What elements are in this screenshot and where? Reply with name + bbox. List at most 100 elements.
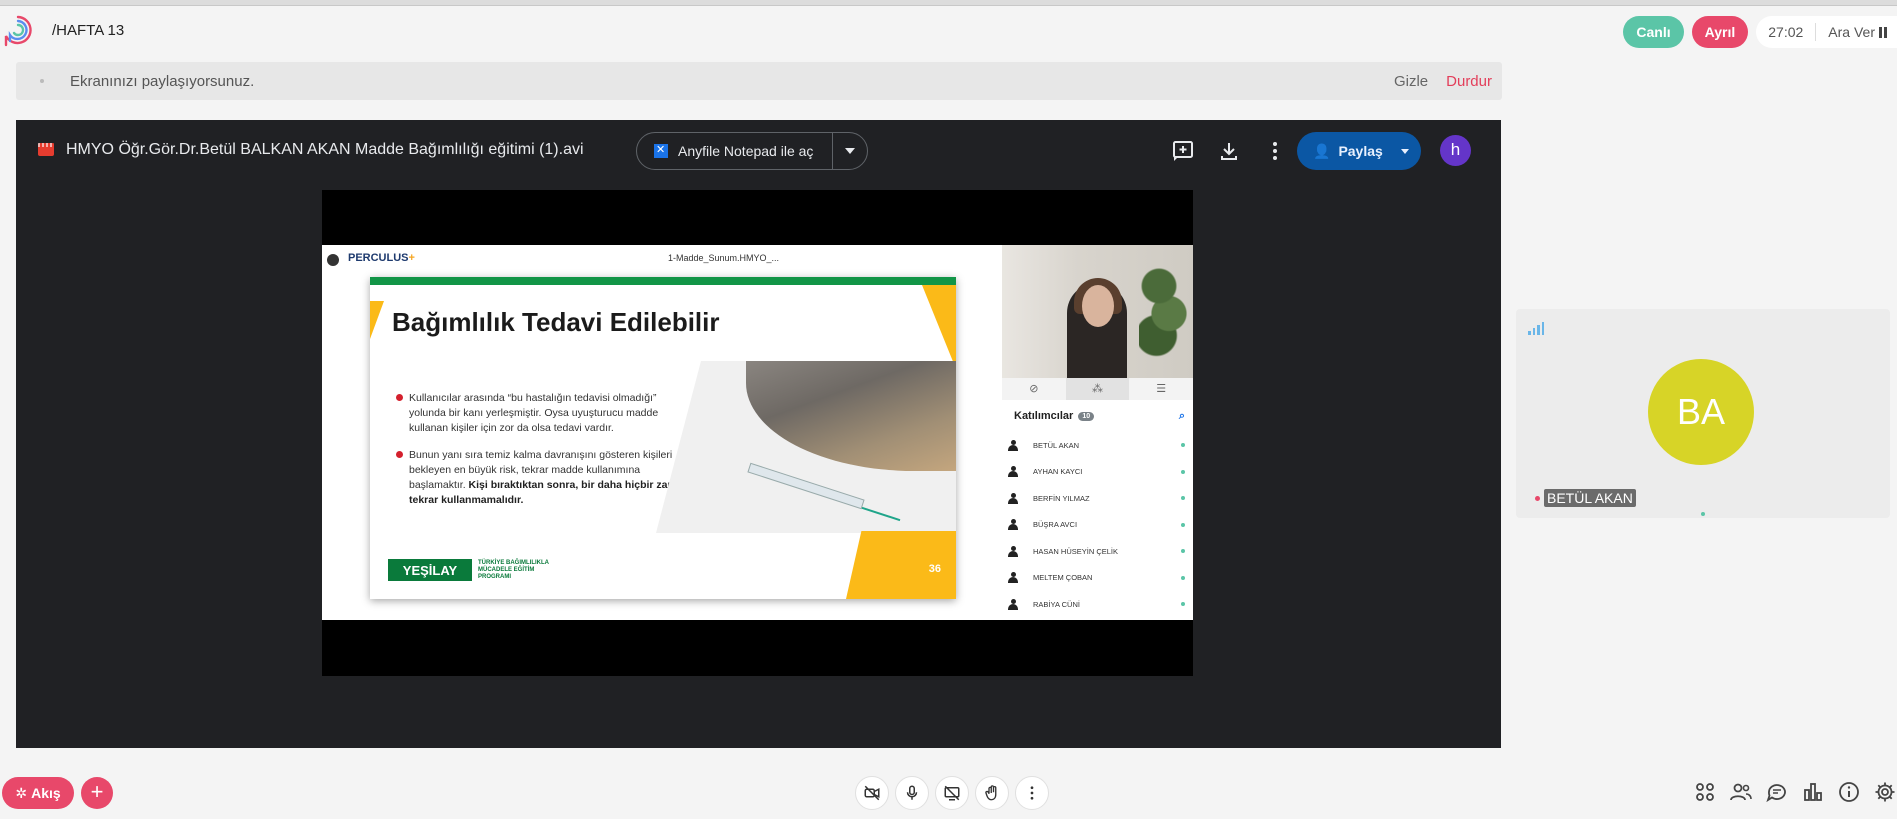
list-item: RABİYA CÜNİ (1002, 591, 1193, 618)
flow-button[interactable]: ✲ Akış (2, 777, 74, 809)
slide-green-bar (370, 277, 956, 285)
add-comment-icon[interactable] (1171, 139, 1195, 163)
live-button[interactable]: Canlı (1623, 16, 1684, 48)
tab-links-icon: ⊘ (1029, 383, 1039, 395)
info-icon[interactable] (1837, 780, 1861, 804)
open-with-divider (832, 132, 833, 170)
session-timer: 27:02 (1768, 24, 1804, 40)
apps-grid-icon[interactable] (1693, 780, 1717, 804)
more-controls-icon[interactable] (1015, 776, 1049, 810)
leave-button[interactable]: Ayrıl (1691, 16, 1749, 48)
status-dot (1181, 443, 1185, 448)
microphone-icon[interactable] (895, 776, 929, 810)
flow-label: Akış (31, 785, 61, 801)
yesilay-logo: YEŞİLAY TÜRKİYE BAĞIMLILIKLA MÜCADELE EĞ… (388, 559, 558, 581)
list-item: MELTEM ÇOBAN (1002, 565, 1193, 592)
panel-tabs: ⊘ ⁂ ☰ (1002, 378, 1193, 400)
presenter-face (1082, 285, 1114, 327)
status-dot (1181, 496, 1185, 501)
open-with-button[interactable]: Anyfile Notepad ile aç (636, 132, 868, 170)
participants-title: Katılımcılar (1014, 410, 1074, 422)
poll-chart-icon[interactable] (1801, 780, 1825, 804)
break-button[interactable]: Ara Ver (1828, 24, 1887, 40)
course-title: /HAFTA 13 (52, 22, 125, 39)
pause-icon (1879, 26, 1887, 38)
break-label: Ara Ver (1828, 24, 1875, 40)
person-icon (1008, 598, 1018, 610)
person-icon (1008, 466, 1018, 478)
slide-photo (656, 361, 956, 533)
session-title: 1-Madde_Sunum.HMYO_... (668, 253, 780, 263)
hide-button[interactable]: Gizle (1394, 73, 1428, 90)
slide-bullet: Bunun yanı sıra temiz kalma davranışını … (396, 448, 696, 508)
status-dot (1181, 602, 1185, 607)
share-label: Paylaş (1338, 143, 1383, 159)
add-button[interactable]: + (81, 777, 113, 809)
search-icon: ⌕ (1178, 409, 1185, 422)
video-player[interactable]: PERCULUS+ 1-Madde_Sunum.HMYO_... Bağımlı… (322, 190, 1193, 676)
share-people-icon: 👤 (1313, 142, 1331, 159)
yesilay-subtitle: TÜRKİYE BAĞIMLILIKLA MÜCADELE EĞİTİM PRO… (478, 559, 549, 580)
screen-share-off-icon[interactable] (935, 776, 969, 810)
perculus-wordmark: PERCULUS+ (348, 252, 415, 264)
participant-count-badge: 10 (1078, 411, 1095, 421)
shared-screen: HMYO Öğr.Gör.Dr.Betül BALKAN AKAN Madde … (16, 120, 1501, 748)
banner-dot (40, 79, 44, 83)
open-with-dropdown-icon[interactable] (845, 148, 855, 154)
open-with-label: Anyfile Notepad ile aç (678, 143, 814, 159)
status-dot (1181, 549, 1185, 554)
tab-participants-icon: ⁂ (1065, 378, 1130, 400)
presentation-slide: Bağımlılık Tedavi Edilebilir Kullanıcıla… (370, 277, 956, 599)
tab-list-icon: ☰ (1156, 383, 1167, 395)
participants-icon[interactable] (1729, 780, 1753, 804)
slide-heading: Bağımlılık Tedavi Edilebilir (392, 307, 720, 337)
chat-icon[interactable] (1765, 780, 1789, 804)
list-item: AYHAN KAYCI (1002, 459, 1193, 486)
download-icon[interactable] (1217, 139, 1241, 163)
right-toolbar (1693, 780, 1897, 804)
share-dropdown-icon[interactable] (1401, 148, 1409, 154)
gear-icon[interactable] (1873, 780, 1897, 804)
participant-list-header: Katılımcılar 10 ⌕ (1002, 400, 1193, 432)
session-controls: Canlı Ayrıl 27:02 Ara Ver (1623, 16, 1897, 48)
participant-name: BETÜL AKAN (1544, 489, 1636, 507)
slide-yellow-corner (922, 285, 956, 369)
live-indicator (1535, 495, 1540, 501)
file-name: HMYO Öğr.Gör.Dr.Betül BALKAN AKAN Madde … (66, 141, 584, 158)
raise-hand-icon[interactable] (975, 776, 1009, 810)
list-item: BETÜL AKAN (1002, 432, 1193, 459)
timer-box: 27:02 Ara Ver (1756, 16, 1897, 48)
perculus-small-logo-icon (327, 254, 339, 266)
camera-off-icon[interactable] (855, 776, 889, 810)
person-icon (1008, 519, 1018, 531)
status-dot (1181, 469, 1185, 474)
status-dot (1181, 522, 1185, 527)
more-options-icon[interactable] (1263, 139, 1287, 163)
signal-strength-icon (1528, 321, 1544, 335)
participant-tile[interactable]: BA BETÜL AKAN (1516, 309, 1890, 518)
person-icon (1008, 545, 1018, 557)
status-dot (1181, 575, 1185, 580)
perculus-logo-icon (4, 15, 32, 47)
plant-image (1139, 253, 1189, 363)
presenter-webcam (1002, 245, 1193, 378)
slide-page-number: 36 (928, 563, 941, 575)
participant-list: Katılımcılar 10 ⌕ BETÜL AKAN AYHAN KAYCI… (1002, 400, 1193, 620)
video-file-icon (38, 143, 54, 156)
list-item: BÜŞRA AVCI (1002, 512, 1193, 539)
needle-image (861, 506, 901, 522)
status-dot (1701, 512, 1705, 516)
participant-name-label: BETÜL AKAN (1535, 489, 1636, 507)
top-border (0, 0, 1897, 6)
account-avatar[interactable]: h (1440, 135, 1471, 166)
timer-divider (1815, 23, 1817, 41)
person-icon (1008, 492, 1018, 504)
slide-bullet: Kullanıcılar arasında “bu hastalığın ted… (396, 391, 696, 436)
share-button[interactable]: 👤 Paylaş (1297, 132, 1421, 170)
screen-share-banner: Ekranınızı paylaşıyorsunuz. Gizle Durdur (16, 62, 1502, 100)
stop-sharing-button[interactable]: Durdur (1446, 73, 1492, 90)
media-controls (855, 776, 1049, 810)
syringe-image (747, 462, 865, 510)
list-item: BERFİN YILMAZ (1002, 485, 1193, 512)
person-icon (1008, 439, 1018, 451)
